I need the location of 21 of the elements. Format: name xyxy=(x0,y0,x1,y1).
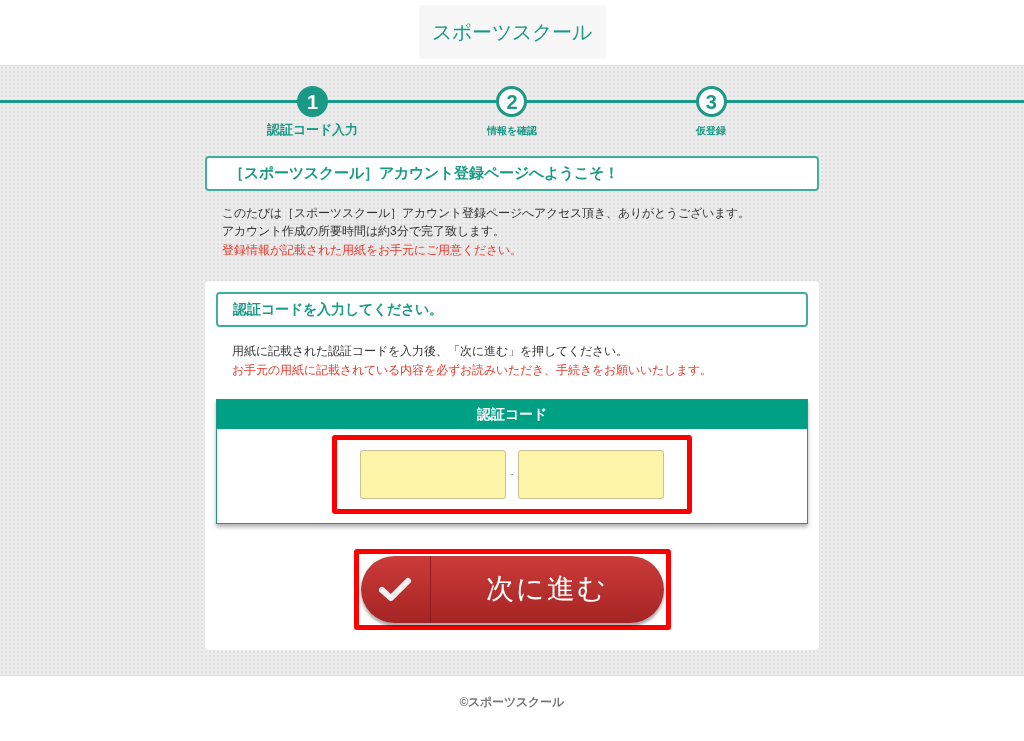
check-icon xyxy=(379,577,411,601)
notice-text: お手元の用紙に記載されている内容を必ずお読みいただき、手続きをお願いいたします。 xyxy=(232,361,713,379)
instruction-text: 用紙に記載された認証コードを入力後、「次に進む」を押してください。 xyxy=(232,342,629,360)
code-input-field[interactable] xyxy=(518,449,664,499)
welcome-heading: ［スポーツスクール］アカウント登録ページへようこそ！ xyxy=(205,155,819,191)
site-logo[interactable]: スポーツスクール xyxy=(418,5,606,59)
step-label: 仮登録 xyxy=(696,124,727,138)
next-button[interactable]: 次に進む xyxy=(360,555,664,623)
code-input-field[interactable] xyxy=(360,449,506,499)
separator-text: - xyxy=(509,468,515,480)
intro-text: アカウント作成の所要時間は約3分で完了致します。 xyxy=(222,222,506,240)
form-heading: 認証コードを入力してください。 xyxy=(216,291,808,327)
intro-text: このたびは［スポーツスクール］アカウント登録ページへアクセス頂き、ありがとうございます。 xyxy=(222,204,751,222)
step-label: 情報を確認 xyxy=(487,124,537,138)
step-number: 2 xyxy=(496,86,528,117)
step-number: 3 xyxy=(695,86,727,117)
notice-text: 登録情報が記載された用紙をお手元にご用意ください。 xyxy=(222,241,523,259)
step-label: 認証コード入力 xyxy=(267,121,359,139)
copyright-text: ©スポーツスクール xyxy=(459,694,565,711)
step-number: 1 xyxy=(297,86,329,117)
code-heading: 認証コード xyxy=(217,399,807,429)
